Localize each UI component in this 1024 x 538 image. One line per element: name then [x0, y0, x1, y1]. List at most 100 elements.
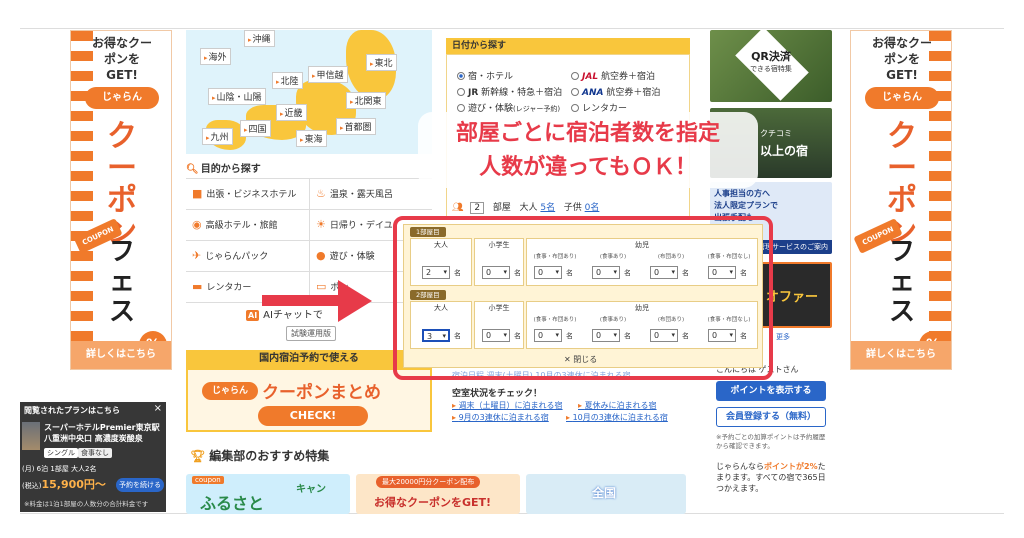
region-okinawa[interactable]: 沖縄: [244, 30, 275, 47]
region-sanin-sanyo[interactable]: 山陰・山陽: [208, 88, 266, 105]
points-note: ※予約ごとの加算ポイントは予約履歴から確認できます。: [716, 433, 826, 450]
region-kyushu[interactable]: 九州: [202, 128, 233, 145]
banner-details-link[interactable]: 詳しくはこちら: [851, 341, 951, 369]
region-kinki[interactable]: 近畿: [276, 104, 307, 121]
vacancy-link-october[interactable]: 10月の3連休に泊まれる宿: [566, 412, 668, 423]
radio-icon: [457, 88, 465, 96]
vacancy-link-september[interactable]: 9月の3連休に泊まれる宿: [452, 412, 549, 423]
meal-tag: 食事なし: [78, 448, 112, 458]
hotel-thumbnail: [22, 422, 40, 450]
feature-card-subtitle: キャン: [296, 484, 326, 495]
car-icon: ▬: [192, 280, 203, 293]
radio-icon: [571, 72, 579, 80]
feature-card-coupon-get[interactable]: 最大20000円分クーポン配布 お得なクーポンをGET!: [356, 474, 520, 514]
briefcase-icon: ■: [192, 187, 203, 200]
region-overseas[interactable]: 海外: [200, 48, 231, 65]
beta-badge: 試験運用版: [286, 326, 336, 341]
callout-line1: 部屋ごとに宿泊者数を指定: [455, 121, 720, 146]
vacancy-link-weekend[interactable]: 週末（土曜日）に泊まれる宿: [452, 400, 563, 411]
stay-details: (月) 6泊 1部屋 大人2名: [22, 465, 97, 473]
close-icon[interactable]: ×: [154, 403, 162, 414]
balloon-icon: ●: [316, 249, 326, 262]
package-icon: ✈: [192, 249, 202, 262]
people-icon: 👥︎: [452, 203, 464, 213]
purpose-business-hotel[interactable]: ■ 出張・ビジネスホテル: [186, 179, 309, 210]
coupon-fes-banner-right[interactable]: お得なクーポンをGET! じゃらん クーポン COUPON フェス % 詳しくは…: [850, 30, 952, 370]
option-jal[interactable]: JAL 航空券＋宿泊: [571, 69, 655, 82]
radio-icon: [571, 88, 579, 96]
ad-qr-title: QR決済: [751, 50, 791, 63]
banner-fes-text: フェス: [888, 237, 915, 327]
region-shutoken[interactable]: 首都圏: [336, 118, 376, 135]
region-hokuriku[interactable]: 北陸: [272, 72, 303, 89]
ad-review-line2: 以上の宿: [760, 144, 809, 158]
continue-booking-button[interactable]: 予約を続ける: [116, 478, 164, 492]
member-box: こんにちは ゲストさん ポイントを表示する 会員登録する（無料） ※予約ごとの加…: [716, 364, 830, 514]
ad-corporate-line2: 法人限定プランで: [714, 201, 778, 210]
recently-viewed-popup: 閲覧されたプランはこちら × スーパーホテルPremier東京駅八重洲中央口 高…: [20, 402, 166, 512]
ai-badge: AI: [246, 310, 260, 321]
radio-icon: [457, 104, 465, 112]
banner-fes-text: フェス: [108, 237, 135, 327]
arrow-right-icon: [338, 280, 372, 322]
room-type-tag: シングル: [44, 448, 78, 458]
callout-line2: 人数が違ってもＯＫ！: [479, 155, 697, 180]
arrow-shaft: [262, 295, 342, 306]
ad-corporate-line1: 人事担当の方へ: [714, 189, 770, 198]
ad-qr-payment[interactable]: QR決済 できる宿特集: [710, 30, 832, 102]
trophy-icon: 🏆︎: [190, 449, 206, 463]
highlight-frame: [393, 216, 773, 380]
luxury-hotel-icon: ◉: [192, 218, 202, 231]
coupon-summary-brand: じゃらん: [202, 382, 258, 400]
region-kitakanto[interactable]: 北関東: [346, 92, 386, 109]
hot-spring-icon: ♨: [316, 187, 326, 200]
adult-count-link[interactable]: 5名: [540, 203, 555, 213]
top-divider: [20, 28, 1004, 29]
ad-review-line1: クチコミ: [760, 129, 792, 138]
hotel-name[interactable]: スーパーホテルPremier東京駅八重洲中央口 高濃度炭酸泉: [44, 422, 164, 444]
region-koshinetsu[interactable]: 甲信越: [308, 66, 348, 83]
radio-selected-icon: [457, 72, 465, 80]
rooms-select[interactable]: 2: [470, 202, 485, 214]
option-hotel[interactable]: 宿・ホテル: [457, 69, 513, 82]
purpose-jalan-pack[interactable]: ✈ じゃらんパック: [186, 241, 309, 272]
region-shikoku[interactable]: 四国: [240, 120, 271, 137]
feature-card-furusato[interactable]: coupon ふるさと キャン: [186, 474, 350, 514]
plan-price: (税込)15,900円〜: [22, 478, 106, 491]
rooms-guests-row: 👥︎ 2 部屋 大人 5名 子供 0名: [452, 202, 600, 214]
feature-card-title: お得なクーポンをGET!: [374, 496, 492, 509]
japan-region-map: 沖縄 海外 北陸 甲信越 東北 山陰・山陽 近畿 北関東 四国 首都圏 九州 東…: [186, 30, 432, 154]
banner-headline: お得なクーポンをGET!: [91, 36, 152, 82]
purpose-section-title: 🔍︎ 目的から探す: [186, 164, 261, 175]
banner-headline: お得なクーポンをGET!: [871, 36, 932, 82]
date-search-heading: 日付から探す: [446, 38, 690, 54]
features-title: 🏆︎ 編集部のおすすめ特集: [190, 449, 330, 463]
feature-card-badge: 最大20000円分クーポン配布: [376, 476, 481, 488]
vacancy-title: 空室状況をチェック！: [452, 389, 543, 399]
option-jr[interactable]: JR 新幹線・特急＋宿泊: [457, 85, 562, 98]
annotation-callout: 部屋ごとに宿泊者数を指定 人数が違ってもＯＫ！: [418, 112, 758, 188]
coupon-fes-banner-left[interactable]: お得なクーポンをGET! じゃらん クーポン COUPON フェス % 詳しくは…: [70, 30, 172, 370]
purpose-luxury[interactable]: ◉ 高級ホテル・旅館: [186, 210, 309, 241]
banner-details-link[interactable]: 詳しくはこちら: [71, 341, 171, 369]
show-points-button[interactable]: ポイントを表示する: [716, 381, 826, 401]
points-promo: じゃらんならポイントが2%たまります。すべての宿で365日つかえます。: [716, 462, 826, 493]
coupon-icon: ▭: [316, 280, 327, 293]
search-icon: 🔍︎: [186, 164, 199, 175]
ad-qr-subtitle: できる宿特集: [750, 65, 792, 73]
price-note: ※料金は1泊1部屋の人数分の合計料金です: [24, 500, 149, 508]
coupon-summary-check: CHECK!: [258, 406, 368, 426]
feature-card-nationwide[interactable]: 全国: [526, 474, 686, 514]
child-count-link[interactable]: 0名: [585, 203, 600, 213]
banner-brand: じゃらん: [85, 87, 159, 109]
ad-offer-more[interactable]: 更多: [776, 332, 790, 342]
region-tohoku[interactable]: 東北: [366, 54, 397, 71]
register-button[interactable]: 会員登録する（無料）: [716, 407, 826, 427]
feature-coupon-tag: coupon: [192, 476, 224, 484]
coupon-summary-banner[interactable]: じゃらん クーポンまとめ CHECK!: [186, 368, 432, 432]
region-tokai[interactable]: 東海: [296, 130, 327, 147]
feature-card-title: 全国: [592, 486, 617, 500]
option-ana[interactable]: ANA 航空券＋宿泊: [571, 85, 660, 98]
purpose-onsen[interactable]: ♨ 温泉・露天風呂: [309, 179, 432, 210]
vacancy-link-summer[interactable]: 夏休みに泊まれる宿: [578, 400, 657, 411]
